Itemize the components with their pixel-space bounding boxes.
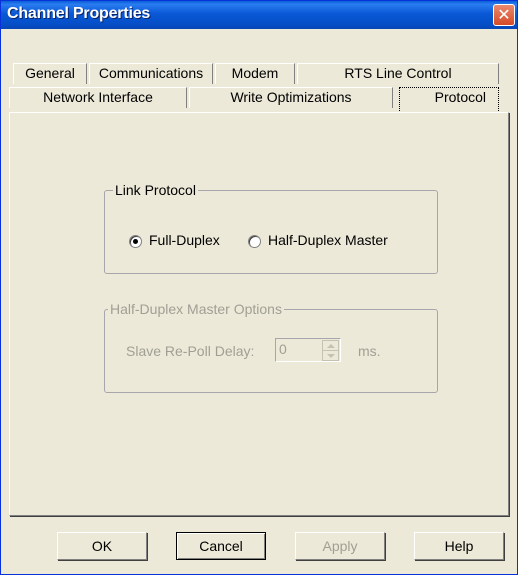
protocol-tab-panel: Link Protocol Full-Duplex Half-Duplex Ma… — [9, 112, 509, 516]
slave-repoll-delay-label: Slave Re-Poll Delay: — [126, 343, 255, 359]
tab-write-optimizations-label: Write Optimizations — [230, 89, 352, 105]
title-bar: Channel Properties ✕ — [1, 1, 517, 29]
tab-write-optimizations[interactable]: Write Optimizations — [189, 87, 393, 108]
tab-protocol[interactable]: Protocol — [399, 87, 499, 113]
tab-network-interface-label: Network Interface — [43, 89, 153, 105]
tab-modem-label: Modem — [231, 65, 279, 81]
half-duplex-options-group-label: Half-Duplex Master Options — [108, 301, 284, 317]
help-button[interactable]: Help — [414, 532, 504, 560]
full-duplex-radio[interactable] — [129, 235, 142, 248]
half-duplex-master-label[interactable]: Half-Duplex Master — [268, 232, 388, 248]
close-icon: ✕ — [497, 5, 511, 24]
tab-communications-label: Communications — [98, 65, 204, 81]
half-duplex-master-radio[interactable] — [248, 235, 261, 248]
tab-rts-line-control[interactable]: RTS Line Control — [297, 63, 499, 84]
full-duplex-label[interactable]: Full-Duplex — [149, 232, 220, 248]
close-button[interactable]: ✕ — [493, 4, 515, 26]
slave-repoll-delay-value: 0 — [279, 341, 287, 357]
tab-protocol-label: Protocol — [434, 89, 486, 105]
channel-properties-dialog: Channel Properties ✕ General Communicati… — [0, 0, 518, 575]
link-protocol-group-label: Link Protocol — [113, 182, 198, 198]
tab-communications[interactable]: Communications — [89, 63, 213, 84]
cancel-button[interactable]: Cancel — [176, 532, 266, 560]
spin-down-icon[interactable] — [322, 350, 339, 361]
ms-unit-label: ms. — [358, 343, 381, 359]
tab-rts-line-control-label: RTS Line Control — [344, 65, 452, 81]
ok-button[interactable]: OK — [57, 532, 147, 560]
tab-modem[interactable]: Modem — [215, 63, 295, 84]
window-title: Channel Properties — [7, 5, 151, 22]
radio-selected-dot — [133, 239, 138, 244]
apply-button[interactable]: Apply — [295, 532, 385, 560]
tab-general-label: General — [25, 65, 75, 81]
tab-general[interactable]: General — [13, 63, 87, 84]
tab-network-interface[interactable]: Network Interface — [9, 87, 187, 108]
